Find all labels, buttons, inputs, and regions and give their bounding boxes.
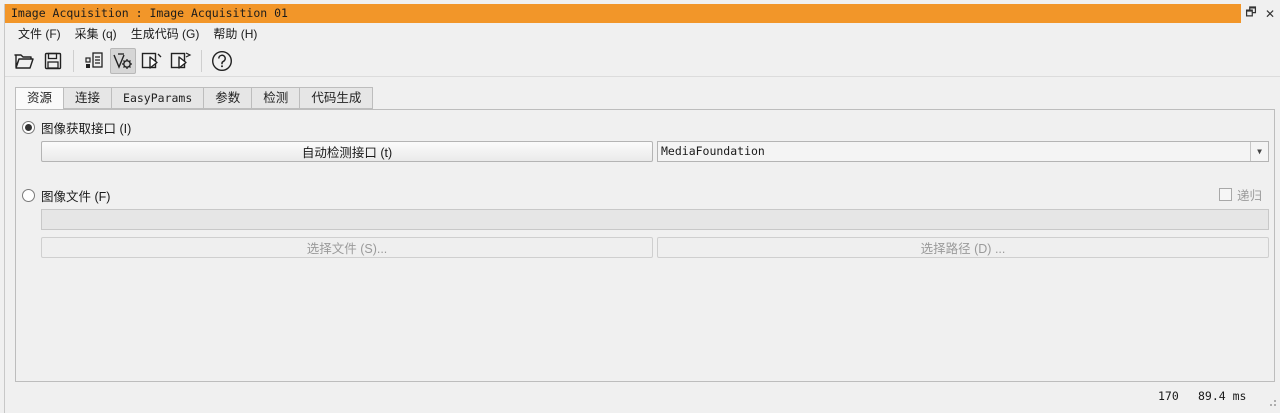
- tab-source[interactable]: 资源: [15, 87, 65, 110]
- source-panel: 图像获取接口 (I) 自动检测接口 (t) MediaFoundation ▼ …: [15, 109, 1275, 382]
- image-file-radio-button[interactable]: [22, 189, 35, 202]
- interface-select[interactable]: MediaFoundation ▼: [657, 141, 1269, 162]
- tab-connection[interactable]: 连接: [64, 87, 113, 109]
- image-file-radio[interactable]: 图像文件 (F): [22, 186, 110, 205]
- menu-help[interactable]: 帮助 (H): [206, 24, 264, 44]
- tab-bar: 资源 连接 EasyParams 参数 检测 代码生成: [15, 87, 374, 110]
- close-icon[interactable]: ✕: [1261, 4, 1279, 23]
- image-acquisition-window: Image Acquisition : Image Acquisition 01…: [4, 4, 1280, 413]
- properties-icon[interactable]: [81, 48, 107, 74]
- status-count: 170: [1158, 389, 1179, 403]
- chevron-down-icon[interactable]: ▼: [1250, 142, 1268, 161]
- autodetect-interface-button[interactable]: 自动检测接口 (t): [41, 141, 653, 162]
- menu-file[interactable]: 文件 (F): [11, 24, 68, 44]
- recursive-checkbox-box[interactable]: [1219, 188, 1232, 201]
- image-file-radio-label: 图像文件 (F): [41, 190, 111, 204]
- resize-grip-icon[interactable]: [1267, 397, 1277, 407]
- file-path-input[interactable]: [41, 209, 1269, 230]
- radio-selected-dot: [25, 124, 32, 131]
- interface-radio-label: 图像获取接口 (I): [41, 122, 132, 136]
- select-files-button[interactable]: 选择文件 (S)...: [41, 237, 653, 258]
- snap-icon[interactable]: [139, 48, 165, 74]
- window-title: Image Acquisition : Image Acquisition 01: [5, 4, 1241, 23]
- toolbar: [5, 45, 1280, 77]
- open-folder-icon[interactable]: [11, 48, 37, 74]
- connect-icon[interactable]: [110, 47, 136, 74]
- interface-select-value: MediaFoundation: [661, 144, 765, 158]
- help-icon[interactable]: [209, 48, 235, 74]
- menu-bar: 文件 (F) 采集 (q) 生成代码 (G) 帮助 (H): [5, 24, 1280, 44]
- menu-generate-code[interactable]: 生成代码 (G): [124, 24, 207, 44]
- interface-radio[interactable]: 图像获取接口 (I): [22, 118, 131, 137]
- restore-icon[interactable]: 🗗: [1242, 4, 1260, 23]
- select-directory-button[interactable]: 选择路径 (D) ...: [657, 237, 1269, 258]
- recursive-label: 递归: [1237, 189, 1263, 203]
- tab-parameters[interactable]: 参数: [204, 87, 253, 109]
- status-time: 89.4 ms: [1198, 389, 1247, 403]
- status-bar: 170 89.4 ms: [5, 383, 1280, 409]
- recursive-checkbox[interactable]: 递归: [1219, 185, 1262, 204]
- toolbar-separator: [201, 49, 202, 72]
- live-icon[interactable]: [168, 48, 194, 74]
- menu-acquire[interactable]: 采集 (q): [68, 24, 124, 44]
- tab-code-generation[interactable]: 代码生成: [300, 87, 374, 109]
- save-icon[interactable]: [40, 48, 66, 74]
- tab-inspect[interactable]: 检测: [252, 87, 301, 109]
- interface-radio-button[interactable]: [22, 121, 35, 134]
- toolbar-separator: [73, 49, 74, 72]
- tab-easyparams[interactable]: EasyParams: [112, 87, 205, 109]
